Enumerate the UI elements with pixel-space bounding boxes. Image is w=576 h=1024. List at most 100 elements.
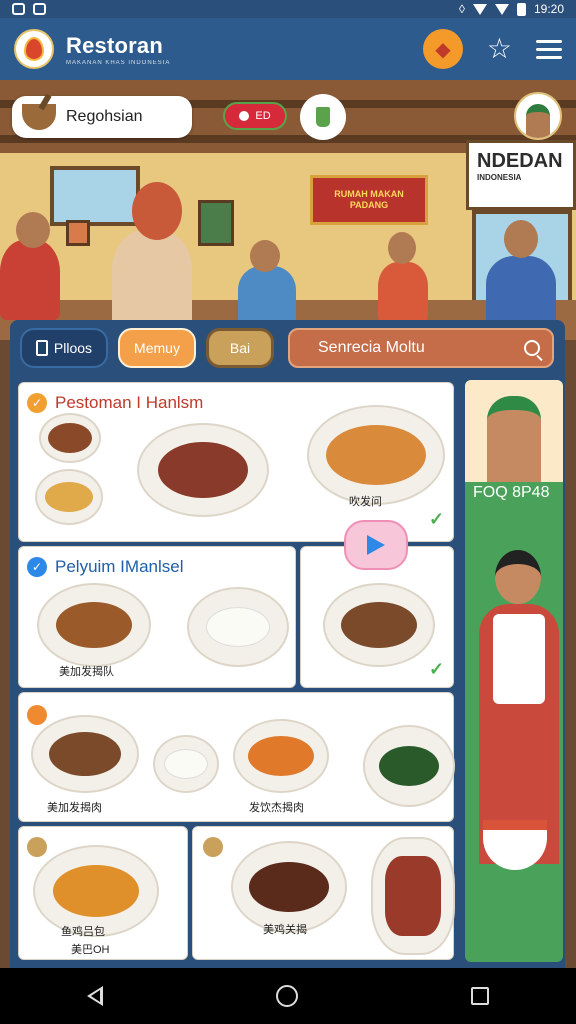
search-placeholder: Senrecia Moltu <box>318 339 425 356</box>
badge-icon <box>203 837 223 857</box>
diner-figure <box>486 256 556 326</box>
waitress-head <box>495 550 541 604</box>
tab-label: Memuy <box>134 340 180 356</box>
badge-icon <box>27 837 47 857</box>
dish-image[interactable] <box>231 841 347 933</box>
fish-button[interactable]: ◆ <box>422 29 463 69</box>
status-time: 19:20 <box>533 2 564 16</box>
staff-person-icon <box>487 396 541 482</box>
dish-label: 美巴OH <box>71 944 110 956</box>
status-toggle[interactable]: ED <box>223 102 287 130</box>
menu-card[interactable]: ✓ Pelyuim IManlsel 美加发揭队 <box>18 546 296 688</box>
hamburger-menu-icon[interactable] <box>536 39 562 59</box>
check-icon: ✓ <box>27 393 47 413</box>
dish-image[interactable] <box>363 725 455 807</box>
card-title-text: Pestoman I Hanlsm <box>55 393 204 412</box>
side-promo-panel[interactable]: FOQ 8P48 <box>465 380 563 962</box>
dish-image[interactable] <box>37 583 151 667</box>
dish-image[interactable] <box>31 715 139 793</box>
tab-bar: Plloos Memuy Bai <box>20 328 274 368</box>
diner-head <box>250 240 280 272</box>
wall-painting <box>66 220 90 246</box>
mortar-bowl-icon <box>22 104 56 130</box>
diner-figure <box>0 240 60 320</box>
diner-head <box>132 182 182 240</box>
favorite-star-icon[interactable]: ☆ <box>487 35 512 63</box>
sign-subtext: INDONESIA <box>477 173 522 182</box>
play-icon <box>367 535 385 555</box>
play-video-button[interactable] <box>344 520 408 570</box>
app-logo[interactable] <box>14 29 54 69</box>
system-nav-bar <box>0 968 576 1024</box>
dish-image[interactable] <box>39 413 101 463</box>
bag-icon <box>35 340 48 356</box>
signal-icon <box>472 3 487 15</box>
dish-image[interactable] <box>233 719 329 793</box>
menu-panel: Plloos Memuy Bai Senrecia Moltu ✓ Pestom… <box>10 320 565 968</box>
tab-bai[interactable]: Bai <box>206 328 274 368</box>
dish-image[interactable] <box>371 837 455 955</box>
diner-head <box>388 232 416 264</box>
menu-card[interactable]: 美鸡关揭 <box>192 826 455 960</box>
selected-check-icon[interactable]: ✓ <box>429 509 444 530</box>
card-title: ✓ Pestoman I Hanlsm <box>27 393 203 413</box>
dish-label: 吹发问 <box>349 496 382 508</box>
flame-icon <box>24 37 44 61</box>
sign-text: RUMAH MAKAN <box>334 189 404 200</box>
dish-image[interactable] <box>153 735 219 793</box>
sign-text: NDEDAN <box>477 150 563 172</box>
battery-icon <box>516 2 526 16</box>
waitress-illustration <box>473 550 561 864</box>
menu-card[interactable]: ✓ Pestoman I Hanlsm 吹发问 ✓ <box>18 382 454 542</box>
badge-icon <box>27 705 47 725</box>
card-title: ✓ Pelyuim IManlsel <box>27 557 184 577</box>
diner-head <box>16 212 50 248</box>
app-subtitle: MAKANAN KHAS INDONESIA <box>66 59 171 66</box>
region-label: Regohsian <box>66 108 143 125</box>
avatar-person-icon <box>526 104 550 138</box>
status-icons-left <box>12 3 46 15</box>
dish-image[interactable] <box>307 405 445 505</box>
check-icon: ✓ <box>27 557 47 577</box>
home-icon[interactable] <box>275 985 298 1007</box>
status-bar: ◊ 19:20 <box>0 0 576 18</box>
dish-label: 美鸡关揭 <box>263 924 307 936</box>
wifi-icon <box>494 3 509 15</box>
status-icons-right: ◊ 19:20 <box>459 2 564 16</box>
recent-apps-icon[interactable] <box>471 987 490 1005</box>
waitress-apron <box>493 614 545 704</box>
back-icon[interactable] <box>86 986 103 1006</box>
wall-painting <box>198 200 234 246</box>
tab-label: Bai <box>229 340 251 356</box>
mail-icon <box>33 3 46 15</box>
region-selector[interactable]: Regohsian <box>12 96 192 138</box>
staff-avatar <box>465 380 563 482</box>
vibrate-icon: ◊ <box>459 2 465 16</box>
menu-card[interactable]: 美加发揭肉 发饮杰揭肉 <box>18 692 455 822</box>
restaurant-sign: RUMAH MAKAN PADANG <box>310 175 428 225</box>
selected-check-icon[interactable]: ✓ <box>429 659 444 680</box>
fish-icon: ◆ <box>435 38 451 61</box>
app-title: Restoran <box>66 32 163 58</box>
user-avatar[interactable] <box>514 92 562 140</box>
search-field[interactable]: Senrecia Moltu <box>288 328 554 368</box>
drink-button[interactable] <box>300 94 346 140</box>
sign-text: PADANG <box>349 200 389 210</box>
tab-plloos[interactable]: Plloos <box>20 328 108 368</box>
promo-price: FOQ 8P48 <box>473 484 550 501</box>
search-icon[interactable] <box>524 340 540 356</box>
dish-label: 发饮杰揭肉 <box>249 802 304 814</box>
dish-label: 美加发揭队 <box>59 666 114 678</box>
app-bar: Restoran MAKANAN KHAS INDONESIA ◆ ☆ <box>0 18 576 80</box>
dish-image[interactable] <box>323 583 435 667</box>
dish-image[interactable] <box>137 423 269 517</box>
cup-icon <box>316 107 330 127</box>
notification-icon <box>12 3 25 15</box>
dish-image[interactable] <box>187 587 289 667</box>
menu-card[interactable]: 鱼鸡吕包 美巴OH <box>18 826 188 960</box>
tab-memuy[interactable]: Memuy <box>118 328 196 368</box>
brand: Restoran MAKANAN KHAS INDONESIA <box>66 33 170 66</box>
dish-image[interactable] <box>35 469 103 525</box>
wall-window <box>50 166 140 226</box>
app-bar-actions: ◆ ☆ <box>422 29 562 69</box>
